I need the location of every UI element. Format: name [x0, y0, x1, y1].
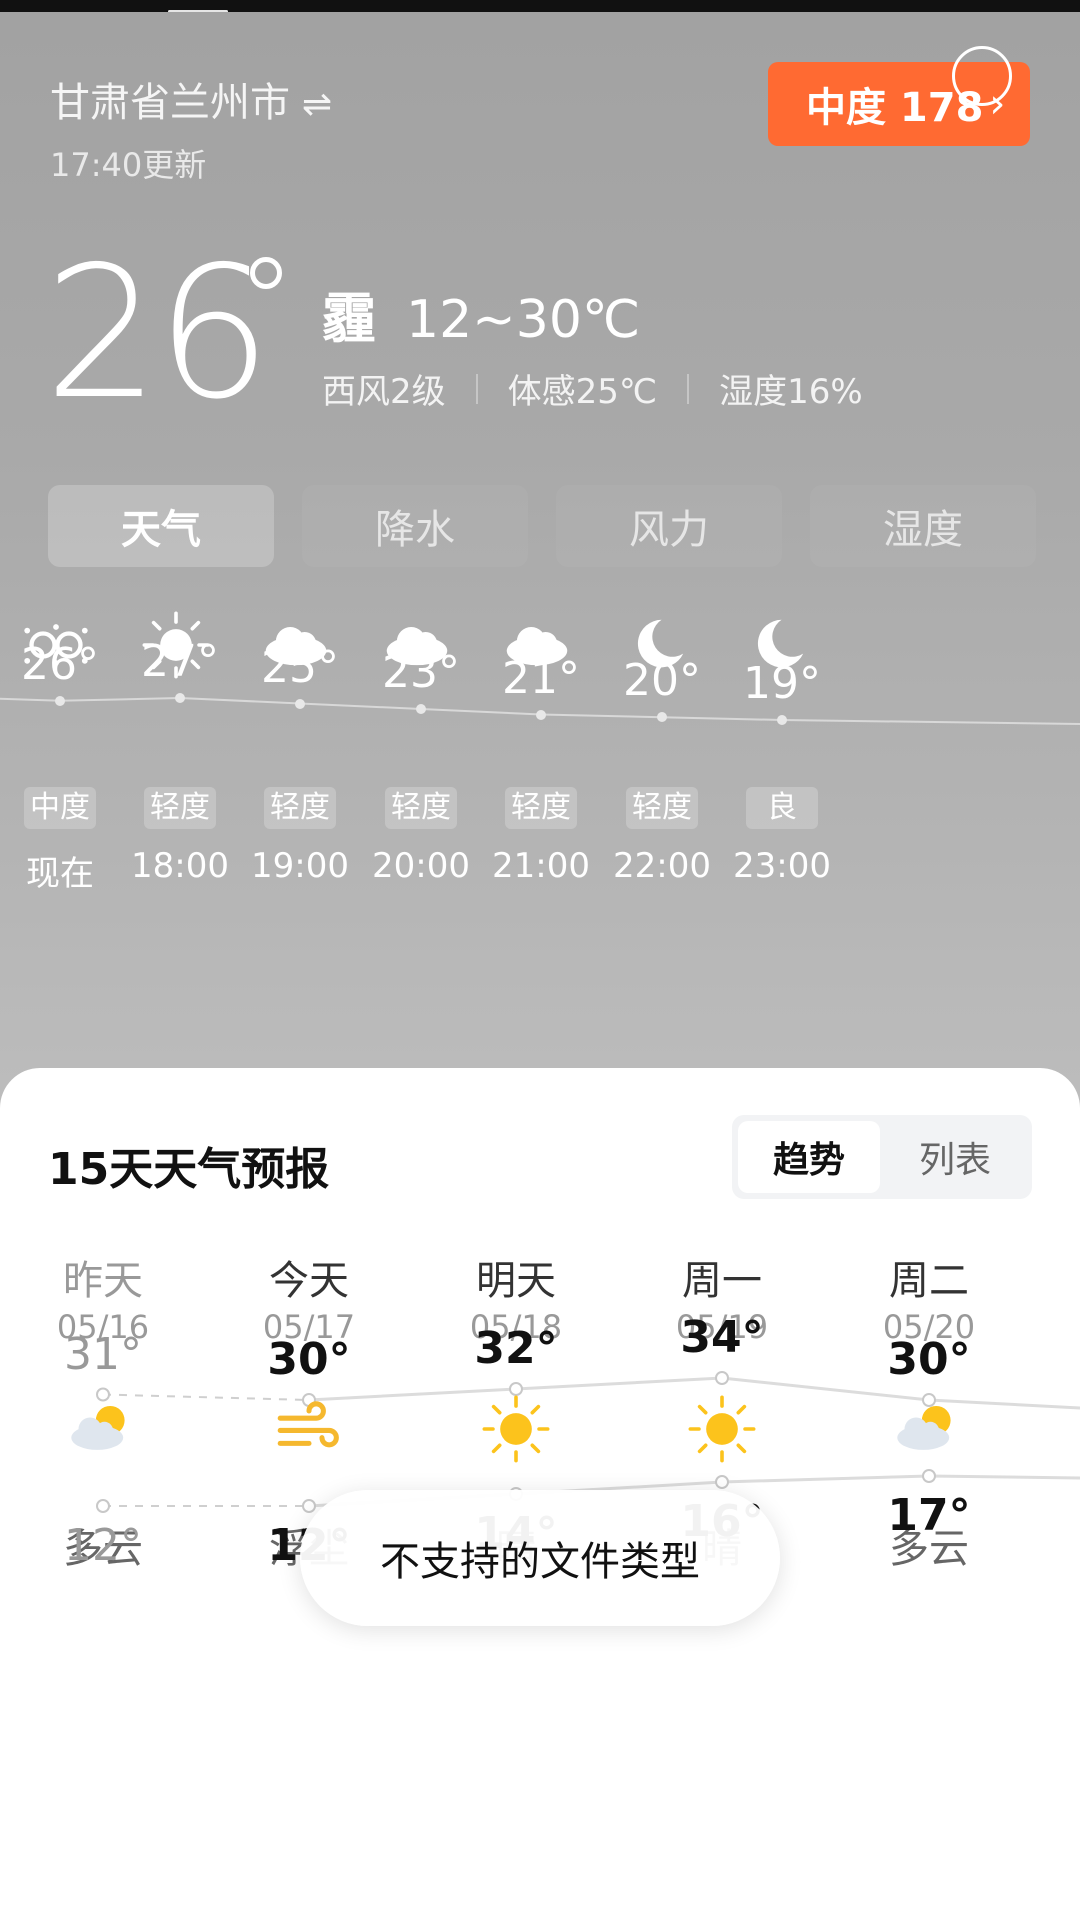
hourly-aqi-badge: 轻度 [626, 787, 698, 829]
current-condition: 霾 [322, 287, 376, 350]
tab-precipitation[interactable]: 降水 [302, 485, 528, 567]
city-selector[interactable]: 甘肃省兰州市 ⇌ [50, 70, 332, 128]
current-details: 西风2级 体感25℃ 湿度16% [322, 364, 863, 413]
temperature-range: 12~30℃ [406, 290, 641, 350]
forecast-day-name: 周二 [889, 1258, 969, 1304]
hourly-dot [55, 695, 65, 706]
weather-hero: 甘肃省兰州市 ⇌ 17:40更新 中度 178 › 26 霾 12~30℃ 西风2级 … [0, 12, 1080, 1122]
forecast-high-temp: 30° [267, 1334, 351, 1385]
forecast-low-temp: 12° [64, 1520, 142, 1571]
tab-humidity[interactable]: 湿度 [810, 485, 1036, 567]
hourly-aqi-badge: 轻度 [144, 787, 216, 829]
hourly-item: 20° 轻度 22:00 [602, 612, 722, 1052]
update-time: 17:40更新 [50, 146, 207, 184]
current-temperature: 26 [44, 227, 272, 439]
hourly-temp: 25° [261, 641, 339, 693]
wind-dust-icon [273, 1393, 345, 1465]
sun-icon [480, 1393, 552, 1465]
hourly-temp: 27° [141, 636, 219, 687]
tab-weather[interactable]: 天气 [48, 485, 274, 567]
hourly-item: 27° 轻度 18:00 [120, 611, 240, 1052]
hourly-time: 23:00 [733, 846, 831, 886]
forecast-high-temp: 34° [680, 1312, 764, 1363]
forecast-day-name: 今天 [269, 1258, 349, 1304]
forecast-high-temp: 30° [887, 1334, 971, 1385]
hourly-dot [295, 698, 305, 709]
hourly-temp: 26° [21, 638, 99, 690]
hourly-dot [416, 704, 426, 714]
divider [475, 373, 478, 404]
humidity-info: 湿度16% [719, 372, 863, 412]
feels-like: 体感25℃ [507, 372, 658, 412]
degree-icon [250, 257, 282, 289]
city-name: 甘肃省兰州市 [50, 80, 290, 126]
hourly-time: 21:00 [492, 846, 590, 886]
forecast-high-temp: 31° [64, 1328, 142, 1380]
hourly-dot [657, 712, 667, 723]
hourly-dot [536, 709, 546, 720]
hourly-time: 20:00 [372, 846, 470, 886]
partly-cloudy-icon [67, 1393, 139, 1465]
forecast-day-name: 明天 [476, 1258, 556, 1304]
hourly-temp: 23° [382, 647, 460, 698]
hourly-aqi-badge: 轻度 [264, 787, 336, 829]
touch-indicator-icon [952, 46, 1012, 106]
hourly-temp: 19° [743, 658, 821, 709]
hourly-time: 现在 [26, 854, 94, 894]
hourly-forecast[interactable]: 26° 中度现在 27° 轻度 18:00 25° 轻度 19:00 23° 轻度 20:00 21°… [0, 611, 1080, 1052]
hourly-aqi-badge: 轻度 [385, 787, 457, 829]
divider [687, 373, 690, 404]
wind-info: 西风2级 [322, 372, 446, 412]
hourly-temp: 20° [623, 655, 701, 707]
hourly-item: 21° 轻度 21:00 [481, 612, 601, 1052]
hourly-item: 23° 轻度 20:00 [361, 612, 481, 1052]
hourly-item: 19° 良 23:00 [722, 612, 842, 1052]
forecast-day[interactable]: 昨天 05/16 多云 31° 12° [18, 1068, 188, 1919]
tab-wind[interactable]: 风力 [556, 485, 782, 567]
hourly-aqi-badge: 良 [746, 787, 818, 829]
partly-cloudy-icon [893, 1393, 965, 1465]
current-condition-line: 霾 12~30℃ [322, 274, 640, 353]
hourly-dot [175, 693, 185, 703]
hourly-aqi-badge: 中度 [24, 787, 96, 829]
status-bar [0, 0, 1080, 13]
hourly-aqi-badge: 轻度 [505, 787, 577, 829]
hourly-dot [777, 715, 787, 725]
forecast-day-name: 周一 [682, 1258, 762, 1304]
forecast-day[interactable]: 周二 05/20 多云 30° 17° [844, 1068, 1014, 1919]
hourly-item: 25° 轻度 19:00 [240, 612, 360, 1052]
hourly-time: 22:00 [613, 846, 711, 886]
swap-icon[interactable]: ⇌ [302, 84, 332, 125]
hourly-item: 26° 中度现在 [0, 612, 120, 1052]
sun-icon [686, 1393, 758, 1465]
forecast-low-temp: 17° [887, 1490, 971, 1541]
hourly-time: 19:00 [251, 846, 349, 886]
toast-message: 不支持的文件类型 [300, 1490, 780, 1626]
hourly-temp: 21° [502, 652, 580, 704]
forecast-day-name: 昨天 [63, 1258, 143, 1304]
metric-tabs: 天气 降水 风力 湿度 [48, 485, 1036, 567]
forecast-high-temp: 32° [474, 1323, 558, 1374]
hourly-time: 18:00 [131, 846, 229, 886]
